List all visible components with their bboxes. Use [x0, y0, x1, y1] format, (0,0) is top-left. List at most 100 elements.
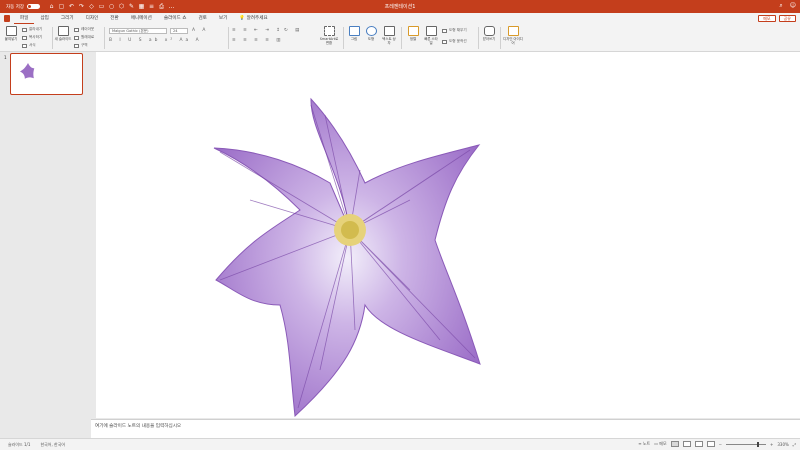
autosave-toggle[interactable]	[27, 4, 40, 9]
circle-icon[interactable]: ○	[108, 3, 115, 10]
zoom-in-button[interactable]: +	[770, 442, 773, 447]
shape-fill-button[interactable]: 도형 채우기	[442, 28, 467, 33]
menu-home[interactable]: 파일	[14, 13, 35, 24]
shapes-button[interactable]: 도형	[363, 24, 379, 49]
format-painter-button[interactable]: 서식	[22, 43, 36, 48]
notes-toggle-button[interactable]: ≡ 노트	[638, 441, 650, 447]
notes-toggle-label: 노트	[642, 441, 651, 446]
picture-button[interactable]: 그림	[346, 24, 362, 49]
paragraph-align-buttons[interactable]: ≡ ≡ ≡ ≡ ▥	[232, 38, 283, 43]
reset-label: 원래대로	[81, 35, 95, 39]
paste-button[interactable]: 붙여넣기	[3, 24, 19, 49]
flower-image[interactable]	[96, 52, 800, 418]
slide-editor-canvas[interactable]	[96, 52, 800, 418]
menu-tell-me[interactable]: 💡 알려주세요	[233, 13, 273, 24]
smartart-button[interactable]: SmartArt로 변환	[318, 24, 340, 49]
textbox-icon	[383, 26, 395, 36]
menu-draw[interactable]: 그리기	[55, 13, 80, 24]
zoom-level[interactable]: 330%	[777, 442, 788, 447]
arrange-button[interactable]: 정렬	[405, 24, 421, 49]
quick-styles-button[interactable]: 빠른 스타일	[423, 24, 439, 49]
ribbon-divider	[401, 27, 402, 49]
menu-insert[interactable]: 삽입	[34, 13, 54, 24]
autosave-label: 자동 저장	[6, 4, 24, 10]
copy-button[interactable]: 복사하기	[22, 35, 42, 40]
shape-fill-label: 도형 채우기	[449, 28, 467, 32]
shape-outline-button[interactable]: 도형 윤곽선	[442, 39, 467, 44]
layout-icon	[74, 27, 79, 32]
smartart-icon	[323, 26, 335, 36]
reset-button[interactable]: 원래대로	[74, 35, 94, 40]
menu-bar: 파일 삽입 그리기 디자인 전환 애니메이션 슬라이드 쇼 검토 보기 💡 알려…	[0, 13, 800, 24]
ribbon-divider	[104, 27, 105, 49]
language-status[interactable]: 한국어, 한국어	[40, 442, 65, 448]
menu-review[interactable]: 검토	[192, 13, 212, 24]
menu-animations[interactable]: 애니메이션	[125, 13, 158, 24]
layout-button[interactable]: 레이아웃	[74, 27, 94, 32]
designer-button[interactable]: 디자인 아이디어	[503, 24, 523, 49]
ribbon-divider	[52, 27, 53, 49]
title-bar: 자동 저장 ⌂ ▢ ↶ ↷ ◇ ▭ ○ ⬡ ✎ ▦ ≡ ⎙ … 프레젠테이션1 …	[0, 0, 800, 13]
redo-icon[interactable]: ↷	[78, 3, 85, 10]
textbox-button[interactable]: 텍스트 상자	[381, 24, 397, 49]
ribbon-divider	[500, 27, 501, 49]
zoom-out-button[interactable]: −	[719, 442, 722, 447]
ribbon: 붙여넣기 잘라내기 복사하기 서식 새 슬라이드 레이아웃 원래대로 구역 Ma…	[0, 24, 800, 52]
normal-view-button[interactable]	[670, 441, 679, 447]
new-slide-button[interactable]: 새 슬라이드	[55, 24, 71, 49]
slideshow-view-button[interactable]	[706, 441, 715, 447]
font-size-buttons[interactable]: A A	[192, 28, 208, 33]
search-icon[interactable]: ⌕	[779, 2, 782, 10]
section-button[interactable]: 구역	[74, 43, 88, 48]
cut-button[interactable]: 잘라내기	[22, 27, 42, 32]
slide-thumbnail[interactable]	[10, 53, 83, 95]
home-icon[interactable]: ⌂	[48, 3, 55, 10]
dictate-label: 받아쓰기	[482, 37, 496, 41]
more-icon[interactable]: …	[168, 3, 175, 10]
print-icon[interactable]: ⎙	[158, 3, 165, 10]
microphone-icon	[483, 26, 495, 36]
notes-pane[interactable]: 여기에 슬라이드 노트의 내용을 입력하십시오	[91, 419, 800, 438]
undo-icon[interactable]: ↶	[68, 3, 75, 10]
font-style-buttons[interactable]: B I U S ab x² Aa A	[109, 38, 202, 43]
table-icon[interactable]: ▦	[138, 3, 145, 10]
quick-styles-label: 빠른 스타일	[424, 37, 438, 45]
menu-view[interactable]: 보기	[213, 13, 233, 24]
textbox-label: 텍스트 상자	[382, 37, 396, 45]
account-icon[interactable]: ☺	[790, 2, 796, 10]
new-slide-label: 새 슬라이드	[54, 37, 72, 41]
slide-sorter-button[interactable]	[682, 441, 691, 447]
tell-me-label: 알려주세요	[246, 16, 268, 21]
save-icon[interactable]: ▢	[58, 3, 65, 10]
app-logo-icon	[4, 15, 10, 22]
font-name-select[interactable]: Malgun Gothic (본문)	[109, 28, 167, 34]
hexagon-icon[interactable]: ⬡	[118, 3, 125, 10]
menu-transitions[interactable]: 전환	[104, 13, 124, 24]
dictate-button[interactable]: 받아쓰기	[481, 24, 497, 49]
menu-slideshow[interactable]: 슬라이드 쇼	[158, 13, 193, 24]
zoom-slider-handle[interactable]	[757, 441, 759, 447]
section-icon	[74, 43, 79, 48]
text-direction-button[interactable]: ↻ ▤	[284, 28, 302, 33]
fit-to-window-icon[interactable]: ⤢	[793, 442, 796, 447]
align-icon[interactable]: ≡	[148, 3, 155, 10]
comments-toggle-button[interactable]: ▭ 메모	[654, 441, 666, 447]
rectangle-icon[interactable]: ▭	[98, 3, 105, 10]
arrange-label: 정렬	[409, 37, 417, 41]
comments-button[interactable]: 메모	[758, 15, 776, 22]
pen-icon[interactable]: ✎	[128, 3, 135, 10]
paint-bucket-icon	[442, 28, 447, 33]
font-size-select[interactable]: 24	[170, 28, 188, 34]
arrange-icon	[407, 26, 419, 36]
cut-label: 잘라내기	[29, 27, 43, 31]
reset-icon	[74, 35, 79, 40]
zoom-slider[interactable]	[726, 441, 766, 447]
menu-design[interactable]: 디자인	[80, 13, 105, 24]
paste-label: 붙여넣기	[4, 37, 18, 41]
shape-icon[interactable]: ◇	[88, 3, 95, 10]
status-bar: 슬라이드 1/1 한국어, 한국어 ≡ 노트 ▭ 메모 − + 330% ⤢	[0, 438, 800, 450]
reading-view-button[interactable]	[694, 441, 703, 447]
paragraph-list-buttons[interactable]: ≡ ≡ ⇤ ⇥ ↕	[232, 28, 283, 33]
share-button[interactable]: 공유	[778, 15, 796, 22]
outline-icon	[442, 39, 447, 44]
